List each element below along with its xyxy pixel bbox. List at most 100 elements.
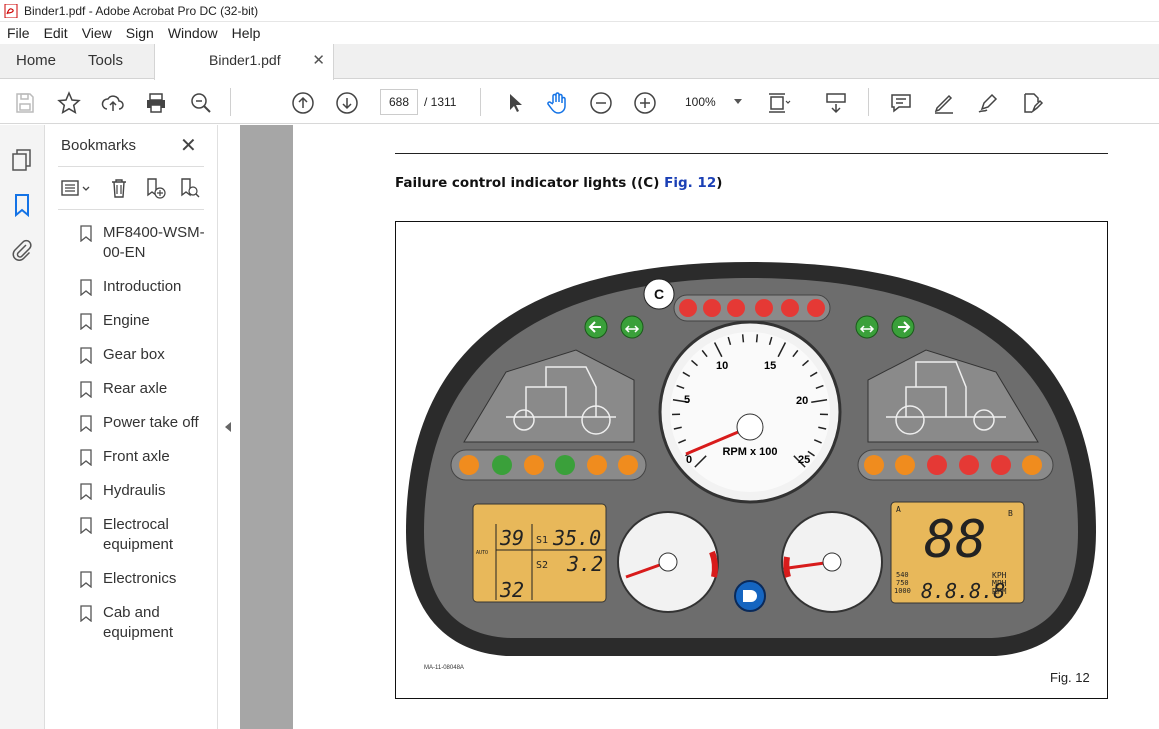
select-cursor-icon[interactable]	[503, 91, 527, 115]
lcd-s1-value: 35.0	[552, 526, 601, 550]
tab-bar: Home Tools Binder1.pdf ✕	[0, 44, 1159, 80]
rpm-tick-label-10: 10	[716, 360, 728, 372]
bookmark-mf8400[interactable]: MF8400-WSM-00-EN	[46, 223, 217, 263]
menu-view[interactable]: View	[75, 25, 119, 41]
page-number-input[interactable]: 688	[380, 89, 418, 115]
panel-splitter[interactable]	[217, 125, 240, 729]
lcd-b-label: B	[1008, 509, 1013, 518]
zoom-level-select[interactable]: 100%	[676, 89, 748, 115]
delete-bookmark-icon[interactable]	[108, 177, 130, 199]
rpm-tick-label-25: 25	[798, 454, 810, 466]
temperature-red-zone	[709, 550, 718, 578]
lcd-auto-label: AUTO	[476, 550, 488, 556]
rpm-tick	[755, 334, 759, 343]
bookmarks-panel: Bookmarks ✕ MF8400-WSM-00-EN Introductio…	[46, 125, 217, 729]
bookmark-flag-icon	[80, 279, 92, 296]
close-tab-icon[interactable]: ✕	[312, 44, 325, 77]
zoom-search-icon[interactable]	[189, 91, 213, 115]
left-lamp-strip	[450, 449, 647, 481]
rpm-gauge-face	[670, 332, 830, 492]
fuel-red-zone	[783, 556, 791, 578]
attachments-icon[interactable]	[10, 239, 34, 263]
figure-code: MA-11-08048A	[424, 665, 464, 671]
navigation-rail	[0, 125, 45, 729]
bookmark-label: Rear axle	[103, 380, 168, 397]
comment-icon[interactable]	[889, 91, 913, 115]
bookmark-hydraulis[interactable]: Hydraulis	[46, 481, 217, 501]
rpm-tick	[741, 334, 745, 343]
bookmark-label: Hydraulis	[103, 482, 166, 499]
callout-c-label: C	[654, 286, 664, 302]
save-icon[interactable]	[13, 91, 37, 115]
bookmark-electrocal-equipment[interactable]: Electrocal equipment	[46, 515, 217, 555]
zoom-in-icon[interactable]	[633, 91, 657, 115]
lcd-pto-750: 750	[896, 579, 909, 587]
menu-sign[interactable]: Sign	[119, 25, 161, 41]
bookmark-star-icon[interactable]	[57, 91, 81, 115]
window-title: Binder1.pdf - Adobe Acrobat Pro DC (32-b…	[24, 3, 259, 18]
bookmark-gear-box[interactable]: Gear box	[46, 345, 217, 365]
bookmark-engine[interactable]: Engine	[46, 311, 217, 331]
next-page-icon[interactable]	[335, 91, 359, 115]
bookmark-label: Electrocal equipment	[103, 516, 174, 553]
menu-file[interactable]: File	[0, 25, 37, 41]
bookmark-power-take-off[interactable]: Power take off	[46, 413, 217, 433]
bookmark-label: MF8400-WSM-00-EN	[103, 224, 205, 261]
bookmark-flag-icon	[80, 517, 92, 534]
figure-caption: Fig. 12	[1050, 670, 1090, 685]
rpm-tick-label-15: 15	[764, 360, 776, 372]
bookmark-rear-axle[interactable]: Rear axle	[46, 379, 217, 399]
highlight-pen-icon[interactable]	[932, 91, 956, 115]
rpm-tick-label-20: 20	[796, 395, 808, 407]
bookmark-electronics[interactable]: Electronics	[46, 569, 217, 589]
bookmark-front-axle[interactable]: Front axle	[46, 447, 217, 467]
bookmark-flag-icon	[80, 347, 92, 364]
hand-tool-icon[interactable]	[545, 91, 569, 115]
lcd-top-left-value: 39	[499, 526, 524, 550]
page-fit-icon[interactable]	[767, 91, 791, 115]
new-bookmark-icon[interactable]	[144, 177, 166, 199]
bookmark-label: Front axle	[103, 448, 170, 465]
bookmark-flag-icon	[80, 449, 92, 466]
chevron-down-icon	[734, 99, 742, 104]
bookmark-cab-and-equipment[interactable]: Cab and equipment	[46, 603, 217, 643]
upload-icon[interactable]	[101, 91, 125, 115]
bookmarks-toolbar	[58, 166, 204, 210]
menu-window[interactable]: Window	[161, 25, 225, 41]
scroll-mode-icon[interactable]	[824, 91, 848, 115]
fuel-needle-hub	[822, 552, 842, 572]
bookmark-flag-icon	[80, 483, 92, 500]
collapse-panel-icon[interactable]	[225, 422, 231, 432]
menu-help[interactable]: Help	[225, 25, 268, 41]
tab-home[interactable]: Home	[16, 44, 56, 79]
close-panel-icon[interactable]: ✕	[180, 133, 197, 158]
figure-link[interactable]: Fig. 12	[664, 175, 716, 191]
lcd-s1-label: S1	[536, 535, 548, 546]
bookmark-flag-icon	[80, 415, 92, 432]
bookmarks-panel-icon[interactable]	[10, 193, 34, 217]
bookmark-options-icon[interactable]	[60, 177, 92, 199]
page-thumbnails-icon[interactable]	[10, 147, 34, 171]
lcd-s2-label: S2	[536, 560, 548, 571]
bookmark-label: Electronics	[103, 570, 177, 587]
zoom-out-icon[interactable]	[589, 91, 613, 115]
bookmark-label: Cab and equipment	[103, 604, 174, 641]
more-tools-icon[interactable]	[1020, 91, 1044, 115]
acrobat-app-icon	[4, 3, 18, 18]
temperature-needle-hub	[658, 552, 678, 572]
tab-document[interactable]: Binder1.pdf ✕	[154, 44, 334, 80]
tab-tools[interactable]: Tools	[88, 44, 123, 79]
find-bookmark-icon[interactable]	[178, 177, 200, 199]
previous-page-icon[interactable]	[291, 91, 315, 115]
heading-end: )	[716, 175, 723, 191]
menu-bar: File Edit View Sign Window Help	[0, 22, 1159, 44]
instrument-cluster-illustration: C 0 5 10 15 20 25 RPM x 100 39 S1 35.0 S…	[406, 262, 1096, 656]
lcd-pto-540: 540	[896, 571, 909, 579]
menu-edit[interactable]: Edit	[37, 25, 75, 41]
print-icon[interactable]	[144, 91, 168, 115]
bookmark-list: MF8400-WSM-00-EN Introduction Engine Gea…	[46, 223, 217, 657]
bookmark-introduction[interactable]: Introduction	[46, 277, 217, 297]
sign-pen-icon[interactable]	[976, 91, 1000, 115]
lcd-a-label: A	[896, 505, 901, 514]
lcd-rpm-label: RPM	[992, 587, 1007, 596]
